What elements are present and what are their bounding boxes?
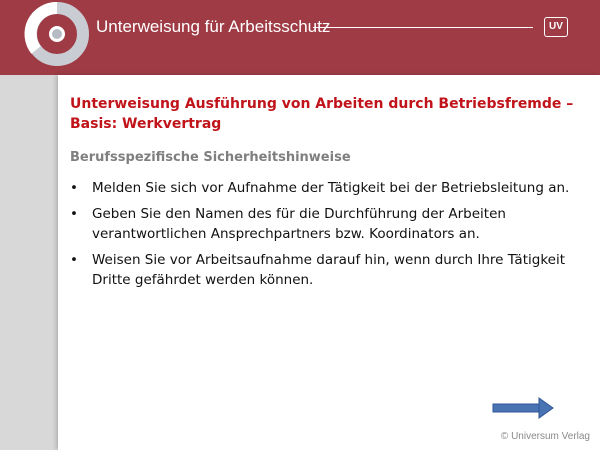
bullet-text: Geben Sie den Namen des für die Durchfüh… <box>92 206 506 242</box>
bullet-list: • Melden Sie sich vor Aufnahme der Tätig… <box>66 178 590 296</box>
bullet-icon: • <box>70 252 78 268</box>
bullet-item: • Melden Sie sich vor Aufnahme der Tätig… <box>66 178 590 198</box>
slide-content: Unterweisung Ausführung von Arbeiten dur… <box>58 75 600 450</box>
bullet-item: • Geben Sie den Namen des für die Durchf… <box>66 204 590 244</box>
header-divider <box>313 27 533 28</box>
slide-subtitle: Berufsspezifische Sicherheitshinweise <box>70 150 351 165</box>
right-arrow-icon <box>492 397 554 419</box>
bullet-icon: • <box>70 206 78 222</box>
bullet-item: • Weisen Sie vor Arbeitsaufnahme darauf … <box>66 250 590 290</box>
next-slide-button[interactable] <box>491 397 555 419</box>
bullet-text: Weisen Sie vor Arbeitsaufnahme darauf hi… <box>92 252 566 288</box>
header-bar: Unterweisung für Arbeitsschutz UV <box>0 0 600 75</box>
bullet-icon: • <box>70 180 78 196</box>
logo-icon <box>24 1 89 66</box>
slide-title: Unterweisung Ausführung von Arbeiten dur… <box>70 96 574 132</box>
uv-logo-badge: UV <box>544 17 568 37</box>
bullet-text: Melden Sie sich vor Aufnahme der Tätigke… <box>92 180 570 196</box>
header-title: Unterweisung für Arbeitsschutz <box>96 17 331 36</box>
copyright-text: © Universum Verlag <box>500 431 590 442</box>
